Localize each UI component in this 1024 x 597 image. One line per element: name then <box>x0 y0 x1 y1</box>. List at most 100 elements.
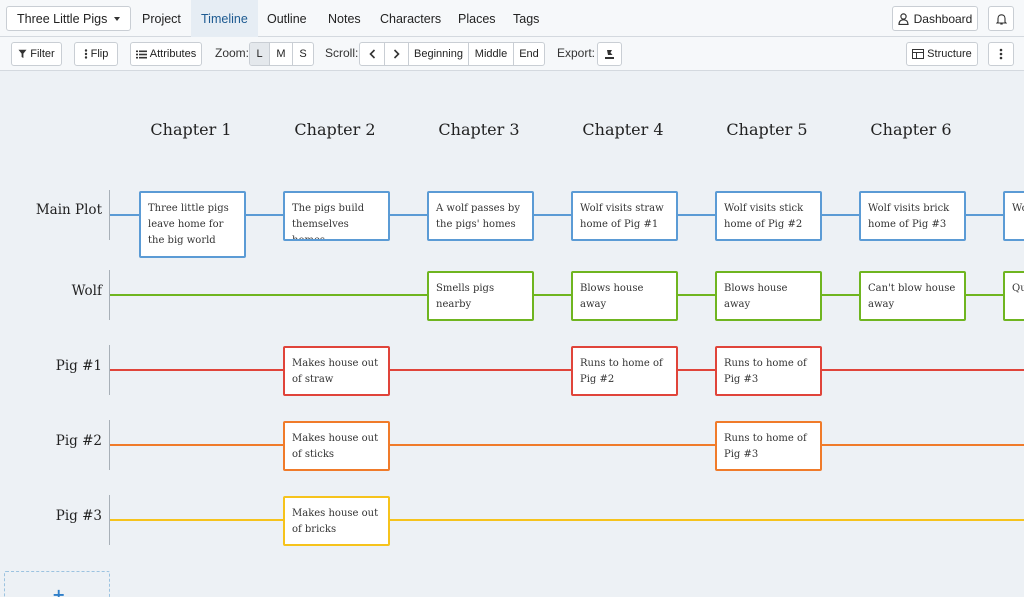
zoom-label: Zoom: <box>215 46 250 60</box>
scene-card-text: Runs to home of Pig #2 <box>580 358 663 385</box>
plotline-label[interactable]: Pig #2 <box>56 433 102 449</box>
scene-card-text: Smells pigs nearby <box>436 283 495 310</box>
chevron-left-icon <box>368 49 375 59</box>
plotline-label[interactable]: Wolf <box>72 283 102 299</box>
timeline-toolbar: Filter Flip Attributes Zoom: L M S Scrol… <box>0 37 1024 71</box>
chapter-header[interactable]: Chapter 3 <box>409 120 549 139</box>
scene-card[interactable]: The pigs build themselves homes <box>283 191 390 241</box>
scene-card-text: Runs to home of Pig #3 <box>724 358 807 385</box>
scene-card-text: Blows house away <box>580 283 644 310</box>
scene-card[interactable]: Runs to home of Pig #2 <box>571 346 678 396</box>
scene-card[interactable]: Wolf visits brick home of Pig #3 <box>859 191 966 241</box>
scene-card[interactable]: Makes house out of straw <box>283 346 390 396</box>
filter-button[interactable]: Filter <box>11 42 62 66</box>
scene-card-text: Makes house out of straw <box>292 358 379 385</box>
scroll-right-button[interactable] <box>385 43 409 65</box>
scene-card[interactable]: Runs to home of Pig #3 <box>715 421 822 471</box>
timeline-canvas: + Chapter 1 Chapter 2 Chapter 3 Chapter 4 Ch… <box>0 72 1024 597</box>
bell-icon <box>995 13 1007 25</box>
scene-card-text: A wolf passes by the pigs' homes <box>436 203 520 230</box>
plotline-label[interactable]: Pig #3 <box>56 508 102 524</box>
scene-card[interactable]: Wolf visits straw home of Pig #1 <box>571 191 678 241</box>
vertical-dots-icon <box>84 49 87 59</box>
plotline-connector <box>110 444 1024 446</box>
chapter-header[interactable]: Chapter 2 <box>265 120 405 139</box>
tab-outline[interactable]: Outline <box>267 0 307 37</box>
scene-card[interactable]: Wo to r <box>1003 191 1024 241</box>
attributes-label: Attributes <box>149 48 197 60</box>
export-label: Export: <box>557 46 596 60</box>
chevron-right-icon <box>393 49 400 59</box>
zoom-medium-button[interactable]: M <box>270 43 293 65</box>
scene-card[interactable]: Makes house out of bricks <box>283 496 390 546</box>
scene-card-text: Wolf visits stick home of Pig #2 <box>724 203 804 230</box>
export-button[interactable] <box>597 42 622 66</box>
tab-places[interactable]: Places <box>458 0 496 37</box>
scene-card[interactable]: Makes house out of sticks <box>283 421 390 471</box>
scene-card[interactable]: Three little pigs leave home for the big… <box>139 191 246 258</box>
scene-card-text: Runs to home of Pig #3 <box>724 433 807 460</box>
tab-project[interactable]: Project <box>142 0 181 37</box>
plotline-label[interactable]: Main Plot <box>36 202 102 218</box>
project-select[interactable]: Three Little Pigs <box>6 6 132 31</box>
scene-card-text: Makes house out of sticks <box>292 433 379 460</box>
structure-icon <box>912 49 925 59</box>
scroll-middle-button[interactable]: Middle <box>469 43 514 65</box>
scene-card-text: Wolf visits straw home of Pig #1 <box>580 203 664 230</box>
tab-timeline[interactable]: Timeline <box>191 0 258 37</box>
scene-card[interactable]: Qu ang <box>1003 271 1024 321</box>
scene-card[interactable]: Runs to home of Pig #3 <box>715 346 822 396</box>
scene-card[interactable]: A wolf passes by the pigs' homes <box>427 191 534 241</box>
chapter-header[interactable]: C <box>985 120 1024 139</box>
project-name: Three Little Pigs <box>17 11 108 26</box>
scene-card-text: Makes house out of bricks <box>292 508 379 535</box>
tab-characters[interactable]: Characters <box>380 0 441 37</box>
structure-label: Structure <box>927 48 972 60</box>
zoom-small-button[interactable]: S <box>293 43 313 65</box>
scene-card-text: Blows house away <box>724 283 788 310</box>
scene-card-text: Wo to r <box>1012 203 1024 214</box>
scene-card[interactable]: Blows house away <box>571 271 678 321</box>
plotline-connector <box>110 369 1024 371</box>
scene-card-text: Three little pigs leave home for the big… <box>148 203 229 246</box>
scene-card-text: The pigs build themselves homes <box>292 203 365 241</box>
flip-label: Flip <box>90 48 109 60</box>
scene-card[interactable]: Blows house away <box>715 271 822 321</box>
caret-down-icon <box>114 16 121 21</box>
scene-card[interactable]: Wolf visits stick home of Pig #2 <box>715 191 822 241</box>
zoom-large-button[interactable]: L <box>250 43 270 65</box>
chapter-header[interactable]: Chapter 4 <box>553 120 693 139</box>
dashboard-label: Dashboard <box>913 11 973 26</box>
chapter-header[interactable]: Chapter 1 <box>121 120 261 139</box>
add-plotline-button[interactable]: + <box>4 571 110 597</box>
chapter-header[interactable]: Chapter 6 <box>841 120 981 139</box>
dashboard-button[interactable]: Dashboard <box>892 6 978 31</box>
notifications-button[interactable] <box>988 6 1014 31</box>
export-icon <box>605 49 614 59</box>
scene-card-text: Qu ang <box>1012 283 1024 294</box>
scene-card[interactable]: Can't blow house away <box>859 271 966 321</box>
top-navigation: Three Little Pigs Project Timeline Outli… <box>0 0 1024 37</box>
scroll-end-button[interactable]: End <box>514 43 544 65</box>
scroll-beginning-button[interactable]: Beginning <box>409 43 469 65</box>
user-icon <box>898 12 909 25</box>
filter-label: Filter <box>30 48 55 60</box>
attributes-button[interactable]: Attributes <box>130 42 202 66</box>
scene-card[interactable]: Smells pigs nearby <box>427 271 534 321</box>
tab-notes[interactable]: Notes <box>328 0 361 37</box>
scroll-left-button[interactable] <box>360 43 385 65</box>
zoom-group: L M S <box>249 42 314 66</box>
more-vertical-icon <box>999 48 1003 60</box>
scroll-label: Scroll: <box>325 46 359 60</box>
structure-button[interactable]: Structure <box>906 42 978 66</box>
list-icon <box>135 50 147 58</box>
more-options-button[interactable] <box>988 42 1014 66</box>
plotline-connector <box>110 519 1024 521</box>
chapter-header[interactable]: Chapter 5 <box>697 120 837 139</box>
scroll-group: Beginning Middle End <box>359 42 545 66</box>
filter-icon <box>18 49 27 58</box>
plotline-label[interactable]: Pig #1 <box>56 358 102 374</box>
plus-icon: + <box>52 585 66 597</box>
tab-tags[interactable]: Tags <box>513 0 539 37</box>
flip-button[interactable]: Flip <box>74 42 118 66</box>
